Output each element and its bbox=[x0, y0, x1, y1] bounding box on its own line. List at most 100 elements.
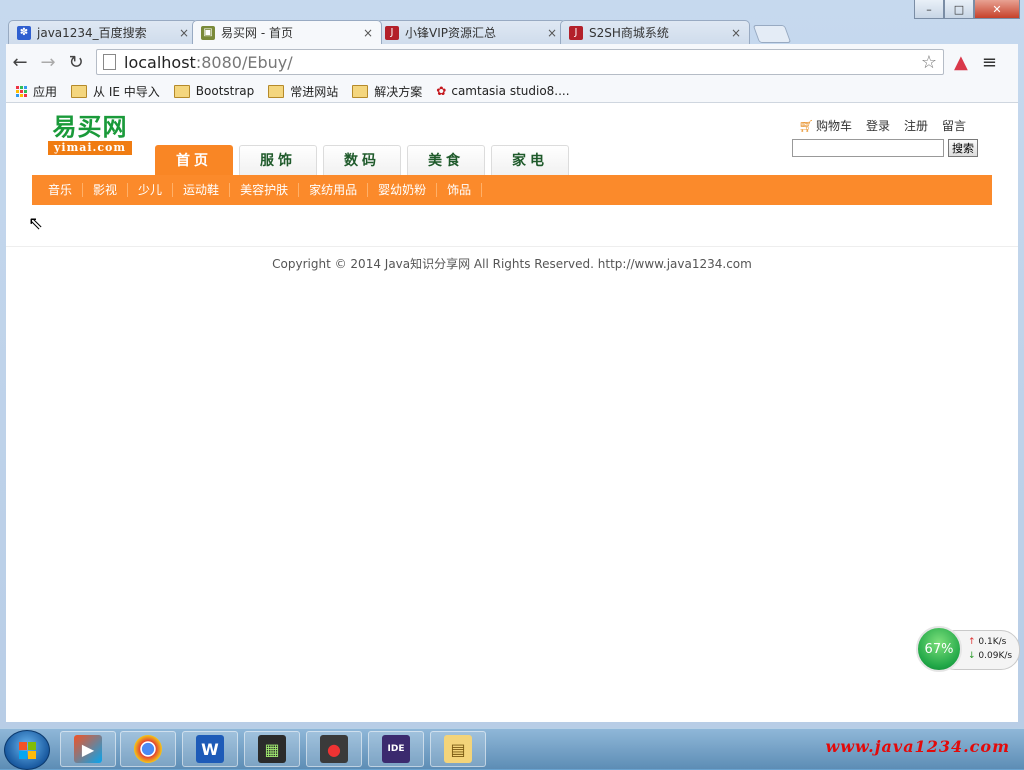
apps-grid-icon bbox=[16, 85, 27, 97]
message-link[interactable]: 留言 bbox=[942, 117, 966, 134]
subnav-kids[interactable]: 少儿 bbox=[128, 183, 174, 197]
baidu-paw-icon: ✽ bbox=[17, 25, 31, 40]
extension-icon[interactable]: ▲ bbox=[954, 52, 968, 73]
url-text: localhost:8080/Ebuy/ bbox=[124, 53, 921, 72]
sub-nav: 音乐 影视 少儿 运动鞋 美容护肤 家纺用品 婴幼奶粉 饰品 bbox=[32, 175, 992, 205]
bookmark-bootstrap[interactable]: Bootstrap bbox=[173, 84, 255, 98]
search-button[interactable]: 搜索 bbox=[948, 139, 978, 157]
taskbar-wps[interactable]: W bbox=[182, 731, 238, 767]
subnav-music[interactable]: 音乐 bbox=[32, 183, 84, 197]
javaee-ide-icon: IDE bbox=[382, 735, 410, 763]
site-logo[interactable]: 易买网 yimai.com bbox=[48, 112, 133, 155]
register-link[interactable]: 注册 bbox=[904, 117, 928, 134]
window-controls: – □ ✕ bbox=[914, 0, 1020, 19]
taskbar-explorer[interactable]: ▤ bbox=[430, 731, 486, 767]
tab-yimai-home[interactable]: ▣ 易买网 - 首页 × bbox=[192, 20, 382, 44]
j-icon: J bbox=[385, 25, 399, 40]
bookmark-label: 应用 bbox=[33, 84, 58, 99]
bookmark-common-sites[interactable]: 常进网站 bbox=[268, 83, 338, 100]
upload-rate: 0.1K/s bbox=[978, 637, 1007, 647]
subnav-baby-formula[interactable]: 婴幼奶粉 bbox=[368, 183, 438, 197]
explorer-icon: ▤ bbox=[444, 735, 472, 763]
chrome-icon bbox=[134, 735, 162, 763]
page-viewport: 易买网 yimai.com 🛒︎ 购物车 登录 注册 留言 搜索 首页 服饰 数码… bbox=[6, 103, 1018, 722]
subnav-jewelry[interactable]: 饰品 bbox=[437, 183, 483, 197]
url-host: localhost bbox=[124, 52, 196, 72]
top-links: 🛒︎ 购物车 登录 注册 留言 bbox=[799, 117, 966, 134]
upload-arrow-icon: ↑ bbox=[968, 637, 976, 647]
subnav-beauty[interactable]: 美容护肤 bbox=[230, 183, 300, 197]
menu-hamburger-icon[interactable]: ≡ bbox=[982, 52, 997, 73]
cart-link[interactable]: 🛒︎ 购物车 bbox=[799, 117, 852, 134]
close-tab-icon[interactable]: × bbox=[179, 26, 189, 40]
j-icon: J bbox=[569, 25, 583, 40]
usage-ball: 67% bbox=[916, 626, 962, 672]
tab-vip-resources[interactable]: J 小锋VIP资源汇总 × bbox=[376, 20, 566, 44]
rates-text: ↑ 0.1K/s ↓ 0.09K/s bbox=[968, 635, 1012, 663]
bookmark-import-ie[interactable]: 从 IE 中导入 bbox=[71, 83, 160, 100]
tab-title: 易买网 - 首页 bbox=[221, 26, 293, 40]
tab-title: S2SH商城系统 bbox=[589, 26, 669, 40]
bookmark-label: Bootstrap bbox=[195, 84, 255, 98]
nav-food[interactable]: 美食 bbox=[407, 145, 485, 175]
windows-logo-icon bbox=[18, 741, 36, 759]
watermark-text: www.java1234.com bbox=[825, 737, 1010, 756]
minimize-button[interactable]: – bbox=[914, 0, 944, 19]
nav-apparel[interactable]: 服饰 bbox=[239, 145, 317, 175]
bookmark-star-icon[interactable]: ☆ bbox=[921, 52, 937, 73]
browser-toolbar: ← → ↻ localhost:8080/Ebuy/ ☆ ▲ ≡ bbox=[6, 44, 1018, 80]
subnav-home-textiles[interactable]: 家纺用品 bbox=[299, 183, 369, 197]
tab-baidu-search[interactable]: ✽ java1234_百度搜索 × bbox=[8, 20, 198, 44]
bookmark-label: 常进网站 bbox=[290, 84, 339, 99]
logo-text-cn: 易买网 bbox=[52, 112, 128, 141]
bookmark-label: 解决方案 bbox=[374, 84, 423, 99]
page-icon bbox=[103, 54, 116, 70]
divider bbox=[6, 246, 1018, 247]
url-path: :8080/Ebuy/ bbox=[195, 52, 293, 72]
subnav-sneakers[interactable]: 运动鞋 bbox=[173, 183, 231, 197]
nav-appliances[interactable]: 家电 bbox=[491, 145, 569, 175]
close-tab-icon[interactable]: × bbox=[547, 26, 557, 40]
wps-writer-icon: W bbox=[196, 735, 224, 763]
folder-icon bbox=[173, 84, 190, 98]
bookmark-label: 从 IE 中导入 bbox=[93, 84, 160, 99]
login-link[interactable]: 登录 bbox=[866, 117, 890, 134]
forward-arrow-icon[interactable]: → bbox=[34, 52, 62, 73]
camtasia-icon: ✿ bbox=[436, 84, 447, 98]
back-arrow-icon[interactable]: ← bbox=[6, 52, 34, 73]
page-footer: Copyright © 2014 Java知识分享网 All Rights Re… bbox=[272, 257, 752, 271]
start-button[interactable] bbox=[4, 730, 50, 770]
address-bar[interactable]: localhost:8080/Ebuy/ ☆ bbox=[96, 49, 944, 75]
bookmark-solutions[interactable]: 解决方案 bbox=[352, 83, 422, 100]
browser-window: – □ ✕ ✽ java1234_百度搜索 × ▣ 易买网 - 首页 × J 小… bbox=[0, 0, 1024, 729]
taskbar-chrome[interactable] bbox=[120, 731, 176, 767]
subnav-movies[interactable]: 影视 bbox=[83, 183, 129, 197]
bookmarks-bar: 应用 从 IE 中导入 Bootstrap 常进网站 解决方案 ✿ camtas… bbox=[6, 80, 1018, 103]
close-tab-icon[interactable]: × bbox=[731, 26, 741, 40]
windows-media-icon: ▶ bbox=[74, 735, 102, 763]
nav-digital[interactable]: 数码 bbox=[323, 145, 401, 175]
folder-icon bbox=[71, 84, 88, 98]
maximize-button[interactable]: □ bbox=[944, 0, 974, 19]
taskbar-javaee-ide[interactable]: IDE bbox=[368, 731, 424, 767]
cart-label: 购物车 bbox=[815, 119, 852, 133]
folder-icon bbox=[268, 84, 285, 98]
download-rate: 0.09K/s bbox=[978, 651, 1013, 661]
search-input[interactable] bbox=[792, 139, 944, 157]
tab-s2sh-mall[interactable]: J S2SH商城系统 × bbox=[560, 20, 750, 44]
folder-icon bbox=[352, 84, 369, 98]
nav-home[interactable]: 首页 bbox=[155, 145, 233, 175]
network-speed-widget[interactable]: 67% ↑ 0.1K/s ↓ 0.09K/s bbox=[916, 626, 1020, 674]
new-tab-button[interactable] bbox=[752, 25, 792, 43]
close-window-button[interactable]: ✕ bbox=[974, 0, 1020, 19]
bookmark-label: camtasia studio8.... bbox=[451, 84, 570, 98]
image-icon: ▣ bbox=[201, 25, 215, 40]
close-tab-icon[interactable]: × bbox=[363, 26, 373, 40]
taskbar-media-player[interactable]: ▶ bbox=[60, 731, 116, 767]
reload-icon[interactable]: ↻ bbox=[62, 52, 90, 73]
mouse-cursor-icon: ⇖ bbox=[28, 213, 44, 234]
taskbar-recorder[interactable]: ● bbox=[306, 731, 362, 767]
bookmark-camtasia[interactable]: ✿ camtasia studio8.... bbox=[436, 84, 569, 98]
bookmark-apps[interactable]: 应用 bbox=[16, 83, 57, 100]
taskbar-terminal[interactable]: ▦ bbox=[244, 731, 300, 767]
